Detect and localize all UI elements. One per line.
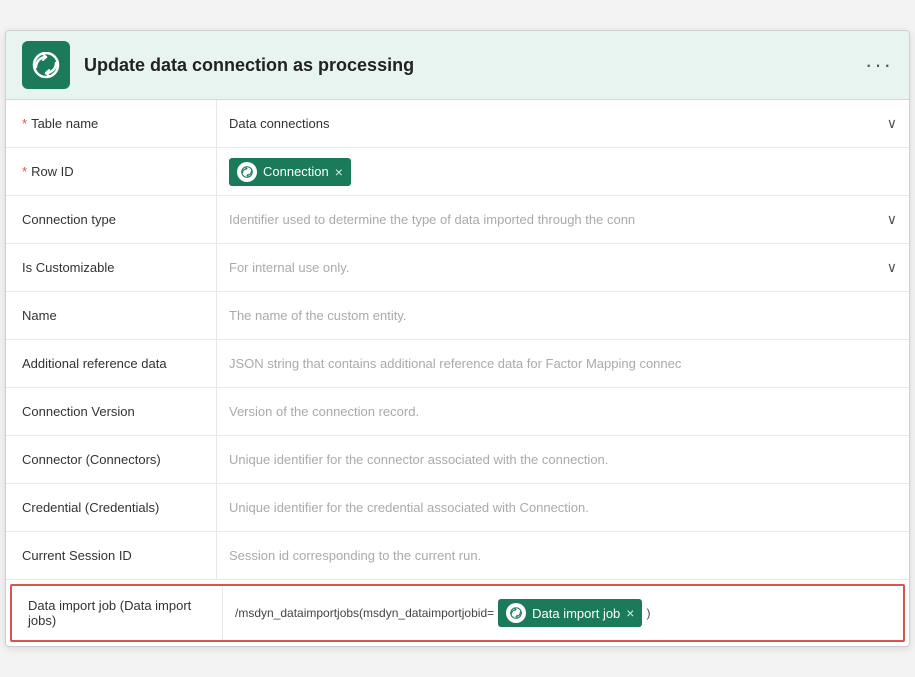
- value-current-session-id[interactable]: Session id corresponding to the current …: [216, 532, 909, 579]
- field-row-connector: Connector (Connectors) Unique identifier…: [6, 436, 909, 484]
- label-name: Name: [6, 292, 216, 339]
- table-name-value: Data connections: [229, 116, 879, 131]
- chip-close-button[interactable]: ×: [335, 164, 343, 180]
- value-connector[interactable]: Unique identifier for the connector asso…: [216, 436, 909, 483]
- import-path-text: /msdyn_dataimportjobs(msdyn_dataimportjo…: [235, 606, 494, 620]
- field-row-additional-reference-data: Additional reference data JSON string th…: [6, 340, 909, 388]
- field-row-is-customizable: Is Customizable For internal use only. ∨: [6, 244, 909, 292]
- import-chip-label: Data import job: [532, 606, 620, 621]
- data-import-chip: Data import job ×: [498, 599, 642, 627]
- main-card: Update data connection as processing ···…: [5, 30, 910, 647]
- value-data-import-job[interactable]: /msdyn_dataimportjobs(msdyn_dataimportjo…: [222, 586, 903, 640]
- field-row-credential: Credential (Credentials) Unique identifi…: [6, 484, 909, 532]
- table-name-dropdown-arrow[interactable]: ∨: [887, 115, 897, 132]
- field-row-row-id: * Row ID Connection ×: [6, 148, 909, 196]
- header-title: Update data connection as processing: [84, 55, 414, 76]
- label-credential: Credential (Credentials): [6, 484, 216, 531]
- header-left: Update data connection as processing: [22, 41, 414, 89]
- connection-chip: Connection ×: [229, 158, 351, 186]
- chip-label: Connection: [263, 164, 329, 179]
- label-is-customizable: Is Customizable: [6, 244, 216, 291]
- value-additional-reference-data[interactable]: JSON string that contains additional ref…: [216, 340, 909, 387]
- field-row-table-name: * Table name Data connections ∨: [6, 100, 909, 148]
- value-table-name[interactable]: Data connections ∨: [216, 100, 909, 147]
- field-row-connection-type: Connection type Identifier used to deter…: [6, 196, 909, 244]
- chip-logo-icon: [237, 162, 257, 182]
- logo-box: [22, 41, 70, 89]
- name-placeholder: The name of the custom entity.: [229, 308, 897, 323]
- label-connection-type: Connection type: [6, 196, 216, 243]
- value-is-customizable[interactable]: For internal use only. ∨: [216, 244, 909, 291]
- value-credential[interactable]: Unique identifier for the credential ass…: [216, 484, 909, 531]
- connection-type-dropdown-arrow[interactable]: ∨: [887, 211, 897, 228]
- label-connection-version: Connection Version: [6, 388, 216, 435]
- import-suffix-text: ): [646, 606, 650, 620]
- field-row-current-session-id: Current Session ID Session id correspond…: [6, 532, 909, 580]
- field-row-data-import-job: Data import job (Data import jobs) /msdy…: [10, 584, 905, 642]
- label-table-name: * Table name: [6, 100, 216, 147]
- import-chip-logo-icon: [506, 603, 526, 623]
- field-row-name: Name The name of the custom entity.: [6, 292, 909, 340]
- field-row-connection-version: Connection Version Version of the connec…: [6, 388, 909, 436]
- header: Update data connection as processing ···: [6, 31, 909, 100]
- value-connection-version[interactable]: Version of the connection record.: [216, 388, 909, 435]
- required-star: *: [22, 116, 27, 131]
- label-connector: Connector (Connectors): [6, 436, 216, 483]
- import-value-container: /msdyn_dataimportjobs(msdyn_dataimportjo…: [235, 599, 650, 627]
- connector-placeholder: Unique identifier for the connector asso…: [229, 452, 897, 467]
- is-customizable-placeholder: For internal use only.: [229, 260, 879, 275]
- connection-version-placeholder: Version of the connection record.: [229, 404, 897, 419]
- label-current-session-id: Current Session ID: [6, 532, 216, 579]
- label-row-id: * Row ID: [6, 148, 216, 195]
- import-chip-close-button[interactable]: ×: [626, 605, 634, 621]
- form-body: * Table name Data connections ∨ * Row ID: [6, 100, 909, 642]
- label-additional-reference-data: Additional reference data: [6, 340, 216, 387]
- current-session-placeholder: Session id corresponding to the current …: [229, 548, 897, 563]
- more-options-button[interactable]: ···: [865, 52, 893, 78]
- is-customizable-dropdown-arrow[interactable]: ∨: [887, 259, 897, 276]
- logo-icon: [30, 49, 62, 81]
- connection-type-placeholder: Identifier used to determine the type of…: [229, 212, 879, 227]
- value-row-id: Connection ×: [216, 148, 909, 195]
- credential-placeholder: Unique identifier for the credential ass…: [229, 500, 897, 515]
- value-name[interactable]: The name of the custom entity.: [216, 292, 909, 339]
- required-star-row-id: *: [22, 164, 27, 179]
- value-connection-type[interactable]: Identifier used to determine the type of…: [216, 196, 909, 243]
- label-data-import-job: Data import job (Data import jobs): [12, 586, 222, 640]
- additional-ref-placeholder: JSON string that contains additional ref…: [229, 356, 897, 371]
